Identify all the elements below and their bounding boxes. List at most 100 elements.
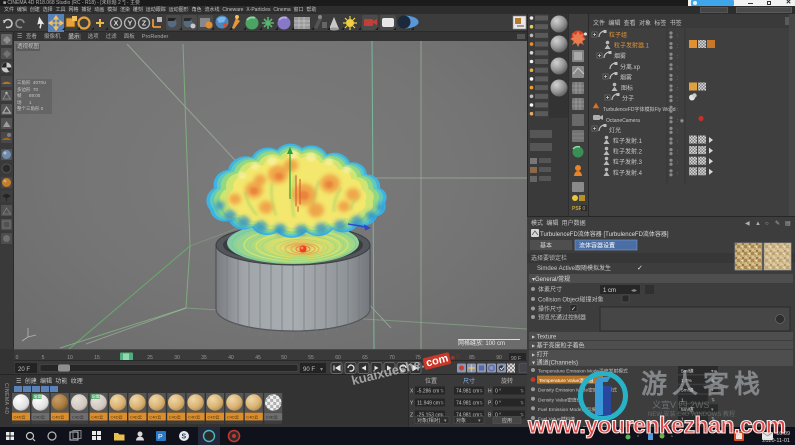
svg-text:C4D云: C4D云 bbox=[111, 415, 123, 420]
svg-text:▾: ▾ bbox=[320, 367, 323, 373]
svg-text:▸ 基于亮度粒子着色: ▸ 基于亮度粒子着色 bbox=[532, 342, 585, 350]
svg-text:选择要锁定栏: 选择要锁定栏 bbox=[531, 254, 567, 262]
svg-text:✓: ✓ bbox=[637, 265, 643, 272]
svg-text:C4D云: C4D云 bbox=[91, 415, 103, 420]
svg-text:对象(相对): 对象(相对) bbox=[417, 417, 441, 424]
svg-text:◀: ◀ bbox=[745, 221, 750, 227]
svg-text:基本: 基本 bbox=[540, 242, 552, 250]
svg-text:模式 编辑 用户数据: 模式 编辑 用户数据 bbox=[531, 219, 586, 227]
svg-text:流体容器设置: 流体容器设置 bbox=[579, 242, 615, 250]
svg-text:90 F: 90 F bbox=[303, 367, 315, 373]
svg-text:图标: 图标 bbox=[621, 84, 633, 92]
svg-text:Y: Y bbox=[128, 21, 133, 28]
svg-text:Z: Z bbox=[142, 21, 147, 28]
svg-text:Density Value密度值: Density Value密度值 bbox=[538, 396, 582, 403]
svg-text:P: P bbox=[158, 434, 163, 441]
svg-text:▾ 通道(Channels): ▾ 通道(Channels) bbox=[532, 359, 578, 367]
svg-text:粒子发射.4: 粒子发射.4 bbox=[613, 169, 643, 177]
svg-text::: : bbox=[677, 54, 678, 60]
svg-text:分离.xp: 分离.xp bbox=[620, 63, 641, 71]
svg-text:粒子发射.2: 粒子发射.2 bbox=[613, 148, 643, 156]
svg-text:预览光通过控制器: 预览光通过控制器 bbox=[538, 314, 586, 322]
svg-text:粒子发射.3: 粒子发射.3 bbox=[613, 158, 643, 166]
svg-text:P: P bbox=[488, 401, 492, 407]
svg-text:⇅: ⇅ bbox=[479, 389, 483, 395]
svg-text::: : bbox=[677, 33, 678, 39]
svg-text:C4D云: C4D云 bbox=[72, 415, 84, 420]
svg-text:C4D云: C4D云 bbox=[130, 415, 142, 420]
svg-text::: : bbox=[677, 97, 678, 103]
svg-text:粒子发射.1: 粒子发射.1 bbox=[613, 137, 643, 145]
svg-text:X: X bbox=[410, 389, 414, 395]
svg-text:TurbulenceFD流体容器 [TurbulenceFD: TurbulenceFD流体容器 [TurbulenceFD流体容器] bbox=[540, 230, 669, 238]
svg-text:0 °: 0 ° bbox=[495, 389, 501, 395]
svg-text:▾General/常规: ▾General/常规 bbox=[532, 275, 570, 283]
svg-text:-5.286 cm: -5.286 cm bbox=[417, 389, 439, 395]
svg-text:▸ Texture: ▸ Texture bbox=[532, 335, 557, 341]
svg-text:体素尺寸: 体素尺寸 bbox=[538, 286, 562, 294]
svg-text:OctaneCamera: OctaneCamera bbox=[606, 118, 640, 124]
svg-text:C4D云: C4D云 bbox=[149, 415, 161, 420]
svg-text:◂▸: ◂▸ bbox=[631, 288, 637, 294]
svg-text:1 cm: 1 cm bbox=[603, 288, 616, 294]
svg-text::: : bbox=[677, 150, 678, 156]
svg-text:分子: 分子 bbox=[622, 95, 634, 103]
svg-text:烟雾: 烟雾 bbox=[33, 393, 41, 399]
svg-text:74.981 cm: 74.981 cm bbox=[456, 389, 479, 395]
svg-text:对象: 对象 bbox=[456, 417, 466, 424]
svg-text:0 °: 0 ° bbox=[495, 401, 501, 407]
svg-text:74.981 cm: 74.981 cm bbox=[456, 401, 479, 407]
svg-text:⇅: ⇅ bbox=[520, 401, 524, 407]
svg-text:操作尺寸: 操作尺寸 bbox=[538, 305, 562, 313]
svg-text:H: H bbox=[488, 389, 492, 395]
svg-text:✓: ✓ bbox=[571, 307, 576, 313]
svg-text:20 F: 20 F bbox=[18, 367, 30, 373]
svg-text::: : bbox=[677, 107, 678, 113]
svg-text:应用: 应用 bbox=[502, 417, 512, 424]
svg-text:烟雾: 烟雾 bbox=[620, 73, 632, 81]
svg-text:▸ 打开: ▸ 打开 bbox=[532, 351, 549, 359]
svg-text:灯光: 灯光 bbox=[609, 126, 621, 134]
svg-text:✎: ✎ bbox=[775, 220, 780, 227]
svg-text:⇅: ⇅ bbox=[440, 401, 444, 407]
svg-text:▲: ▲ bbox=[755, 221, 761, 227]
svg-text:B: B bbox=[488, 413, 492, 419]
svg-text:C4D云: C4D云 bbox=[227, 415, 239, 420]
svg-text:尺寸: 尺寸 bbox=[463, 377, 475, 385]
svg-text::: : bbox=[677, 44, 678, 50]
svg-text:C4D云: C4D云 bbox=[208, 415, 220, 420]
svg-text:烟雾: 烟雾 bbox=[614, 52, 626, 60]
svg-text:⇅: ⇅ bbox=[520, 389, 524, 395]
svg-text:▤: ▤ bbox=[785, 221, 791, 227]
svg-text::: : bbox=[677, 160, 678, 166]
svg-text:C4D云: C4D云 bbox=[169, 415, 181, 420]
svg-text:烟雾: 烟雾 bbox=[92, 393, 100, 399]
svg-text:⇅: ⇅ bbox=[440, 389, 444, 395]
svg-text::: : bbox=[677, 65, 678, 71]
svg-text:C4D云: C4D云 bbox=[52, 415, 64, 420]
svg-text:○: ○ bbox=[765, 221, 769, 227]
svg-text:0: 0 bbox=[583, 206, 586, 212]
svg-text::: : bbox=[677, 75, 678, 81]
svg-text::: : bbox=[677, 86, 678, 92]
svg-text:粒子组: 粒子组 bbox=[609, 31, 627, 39]
svg-text::: : bbox=[677, 171, 678, 177]
svg-text:C4D云: C4D云 bbox=[188, 415, 200, 420]
svg-text:Simdee Active跟随模拟发生: Simdee Active跟随模拟发生 bbox=[537, 264, 611, 272]
svg-text:C4D云: C4D云 bbox=[33, 415, 45, 420]
svg-text::: : bbox=[677, 128, 678, 134]
svg-text:☰ 创建 编辑 功能 纹理: ☰ 创建 编辑 功能 纹理 bbox=[16, 377, 83, 385]
svg-text:文件 编辑 查看 对象 标签 书签: 文件 编辑 查看 对象 标签 书签 bbox=[593, 19, 682, 27]
svg-text:C4D云: C4D云 bbox=[246, 415, 258, 420]
svg-text:Y: Y bbox=[410, 401, 414, 407]
svg-text:C4D云: C4D云 bbox=[14, 415, 26, 420]
svg-text:2020-11-01: 2020-11-01 bbox=[762, 438, 790, 444]
svg-text:位置: 位置 bbox=[425, 377, 437, 385]
svg-text::: : bbox=[677, 139, 678, 145]
svg-text:旋转: 旋转 bbox=[501, 377, 513, 385]
svg-text:TurbulenceFD字体模拟Fly World: TurbulenceFD字体模拟Fly World bbox=[603, 106, 676, 113]
svg-text:粒子发射器.1: 粒子发射器.1 bbox=[614, 42, 650, 50]
svg-text:S: S bbox=[182, 434, 187, 441]
svg-text:X: X bbox=[114, 21, 119, 28]
svg-text:Z: Z bbox=[410, 413, 413, 419]
